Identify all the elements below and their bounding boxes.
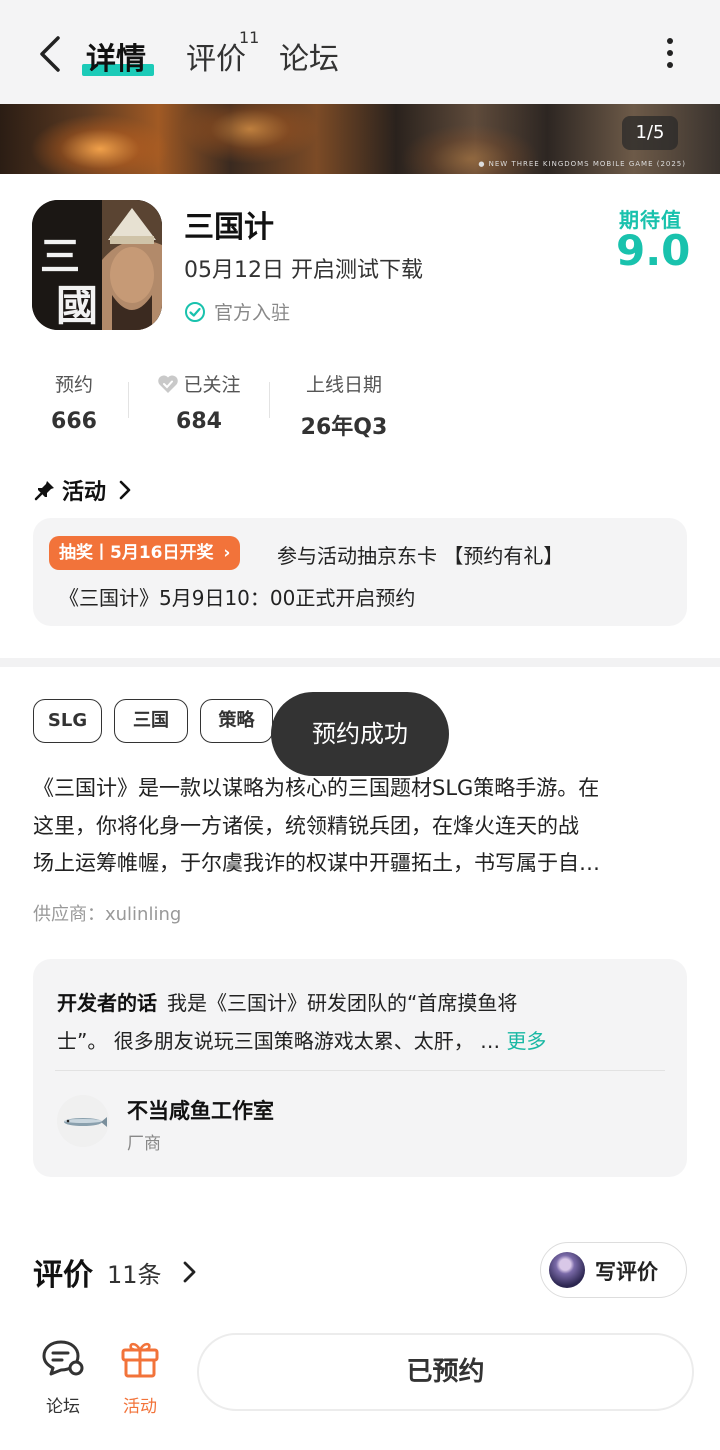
- write-review-label: 写评价: [595, 1260, 658, 1284]
- activity-text-line1: 参与活动抽京东卡 【预约有礼】: [277, 544, 564, 568]
- write-review-button[interactable]: 写评价: [540, 1242, 687, 1298]
- developer-text-line2: 士”。 很多朋友说玩三国策略游戏太累、太肝， … 更多: [57, 1025, 546, 1054]
- nav-activity-label: 活动: [123, 1397, 157, 1417]
- gift-icon: [121, 1342, 159, 1378]
- studio-name[interactable]: 不当咸鱼工作室: [127, 1095, 274, 1125]
- nav-forum[interactable]: 论坛: [33, 1338, 93, 1417]
- banner-page-counter: 1/5: [622, 116, 678, 150]
- stat-followers[interactable]: 已关注 684: [150, 370, 248, 434]
- developer-heading: 开发者的话: [57, 991, 157, 1015]
- official-verified: 官方入驻: [184, 298, 290, 325]
- chevron-right-icon: [183, 1261, 195, 1283]
- stat-label: 已关注: [183, 374, 241, 396]
- stat-divider: [269, 382, 270, 418]
- reviews-count: 11条: [107, 1260, 162, 1289]
- heart-check-icon: [158, 374, 179, 393]
- svg-text:國: 國: [56, 281, 98, 330]
- activity-heading: 活动: [62, 480, 107, 505]
- verified-check-icon: [185, 301, 205, 322]
- chevron-right-icon: ›: [223, 543, 231, 563]
- stat-value: 684: [176, 409, 222, 434]
- developer-text: 我是《三国计》研发团队的“首席摸鱼将: [167, 991, 518, 1015]
- stat-label: 预约: [54, 374, 93, 396]
- bottom-action-bar: 论坛 活动 已预约: [0, 1320, 720, 1450]
- top-bar: 详情 评价 11 论坛: [0, 0, 720, 104]
- tag-strategy[interactable]: 策略: [200, 699, 273, 743]
- official-label: 官方入驻: [214, 302, 291, 324]
- developer-card[interactable]: 开发者的话 我是《三国计》研发团队的“首席摸鱼将 士”。 很多朋友说玩三国策略游戏…: [33, 959, 687, 1177]
- reserved-button[interactable]: 已预约: [197, 1333, 694, 1411]
- nav-activity[interactable]: 活动: [110, 1338, 170, 1417]
- lottery-tag: 抽奖丨5月16日开奖 ›: [49, 536, 241, 570]
- media-banner[interactable]: 1/5 ● NEW THREE KINGDOMS MOBILE GAME (20…: [0, 104, 720, 174]
- description-line: 《三国计》是一款以谋略为核心的三国题材SLG策略手游。在: [33, 776, 600, 800]
- app-release-info: 05月12日 开启测试下载: [184, 258, 423, 283]
- section-divider: [0, 658, 720, 667]
- stat-label: 上线日期: [305, 374, 382, 396]
- tab-reviews[interactable]: 评价: [186, 34, 246, 78]
- user-avatar: [549, 1252, 585, 1288]
- description-line: 这里，你将化身一方诸侯，统领精锐兵团，在烽火连天的战: [33, 813, 579, 838]
- chevron-right-icon: [119, 480, 131, 500]
- back-arrow-icon[interactable]: [34, 34, 70, 74]
- tag-slg[interactable]: SLG: [33, 699, 102, 743]
- studio-avatar[interactable]: [57, 1095, 109, 1147]
- developer-text: 士”。 很多朋友说玩三国策略游戏太累、太肝， …: [57, 1029, 501, 1053]
- banner-caption: ● NEW THREE KINGDOMS MOBILE GAME (2025): [478, 160, 686, 168]
- app-icon: 三 國: [32, 200, 162, 330]
- developer-text-line1: 开发者的话 我是《三国计》研发团队的“首席摸鱼将: [57, 987, 517, 1016]
- card-divider: [55, 1070, 665, 1071]
- tab-details[interactable]: 详情: [86, 34, 146, 78]
- toast-message: 预约成功: [271, 692, 449, 776]
- stat-divider: [128, 382, 129, 418]
- game-description[interactable]: 《三国计》是一款以谋略为核心的三国题材SLG策略手游。在 这里，你将化身一方诸侯…: [33, 770, 693, 883]
- stat-launch-date: 上线日期 26年Q3: [298, 370, 390, 441]
- reviews-title: 评价: [33, 1258, 93, 1293]
- studio-role: 厂商: [127, 1134, 161, 1154]
- app-title: 三国计: [184, 210, 274, 245]
- stat-value: 666: [51, 409, 97, 434]
- tag-three-kingdoms[interactable]: 三国: [114, 699, 188, 743]
- forum-chat-icon: [42, 1340, 84, 1376]
- stat-reservations: 预约 666: [40, 370, 108, 434]
- description-line: 场上运筹帷幄，于尔虞我诈的权谋中开疆拓土，书写属于自…: [33, 851, 600, 875]
- expectation-score: 9.0: [616, 226, 691, 275]
- activity-header[interactable]: 活动: [34, 474, 134, 506]
- supplier-info: 供应商：xulinling: [33, 904, 182, 925]
- reviews-header[interactable]: 评价 11条: [33, 1250, 200, 1294]
- stat-value: 26年Q3: [300, 415, 388, 440]
- nav-forum-label: 论坛: [46, 1397, 80, 1417]
- tab-reviews-count-badge: 11: [239, 28, 260, 47]
- more-options-icon[interactable]: [660, 38, 680, 72]
- app-icon-artwork: 三 國: [32, 200, 162, 330]
- tab-forum[interactable]: 论坛: [279, 34, 339, 78]
- fish-icon: [64, 1117, 107, 1127]
- activity-card[interactable]: 抽奖丨5月16日开奖 › 参与活动抽京东卡 【预约有礼】 《三国计》5月9日10…: [33, 518, 687, 626]
- pin-icon: [34, 481, 54, 501]
- activity-text-line2: 《三国计》5月9日10：00正式开启预约: [59, 586, 416, 610]
- more-link[interactable]: 更多: [506, 1029, 546, 1053]
- svg-text:三: 三: [40, 233, 80, 280]
- lottery-tag-label: 抽奖丨5月16日开奖: [59, 543, 214, 563]
